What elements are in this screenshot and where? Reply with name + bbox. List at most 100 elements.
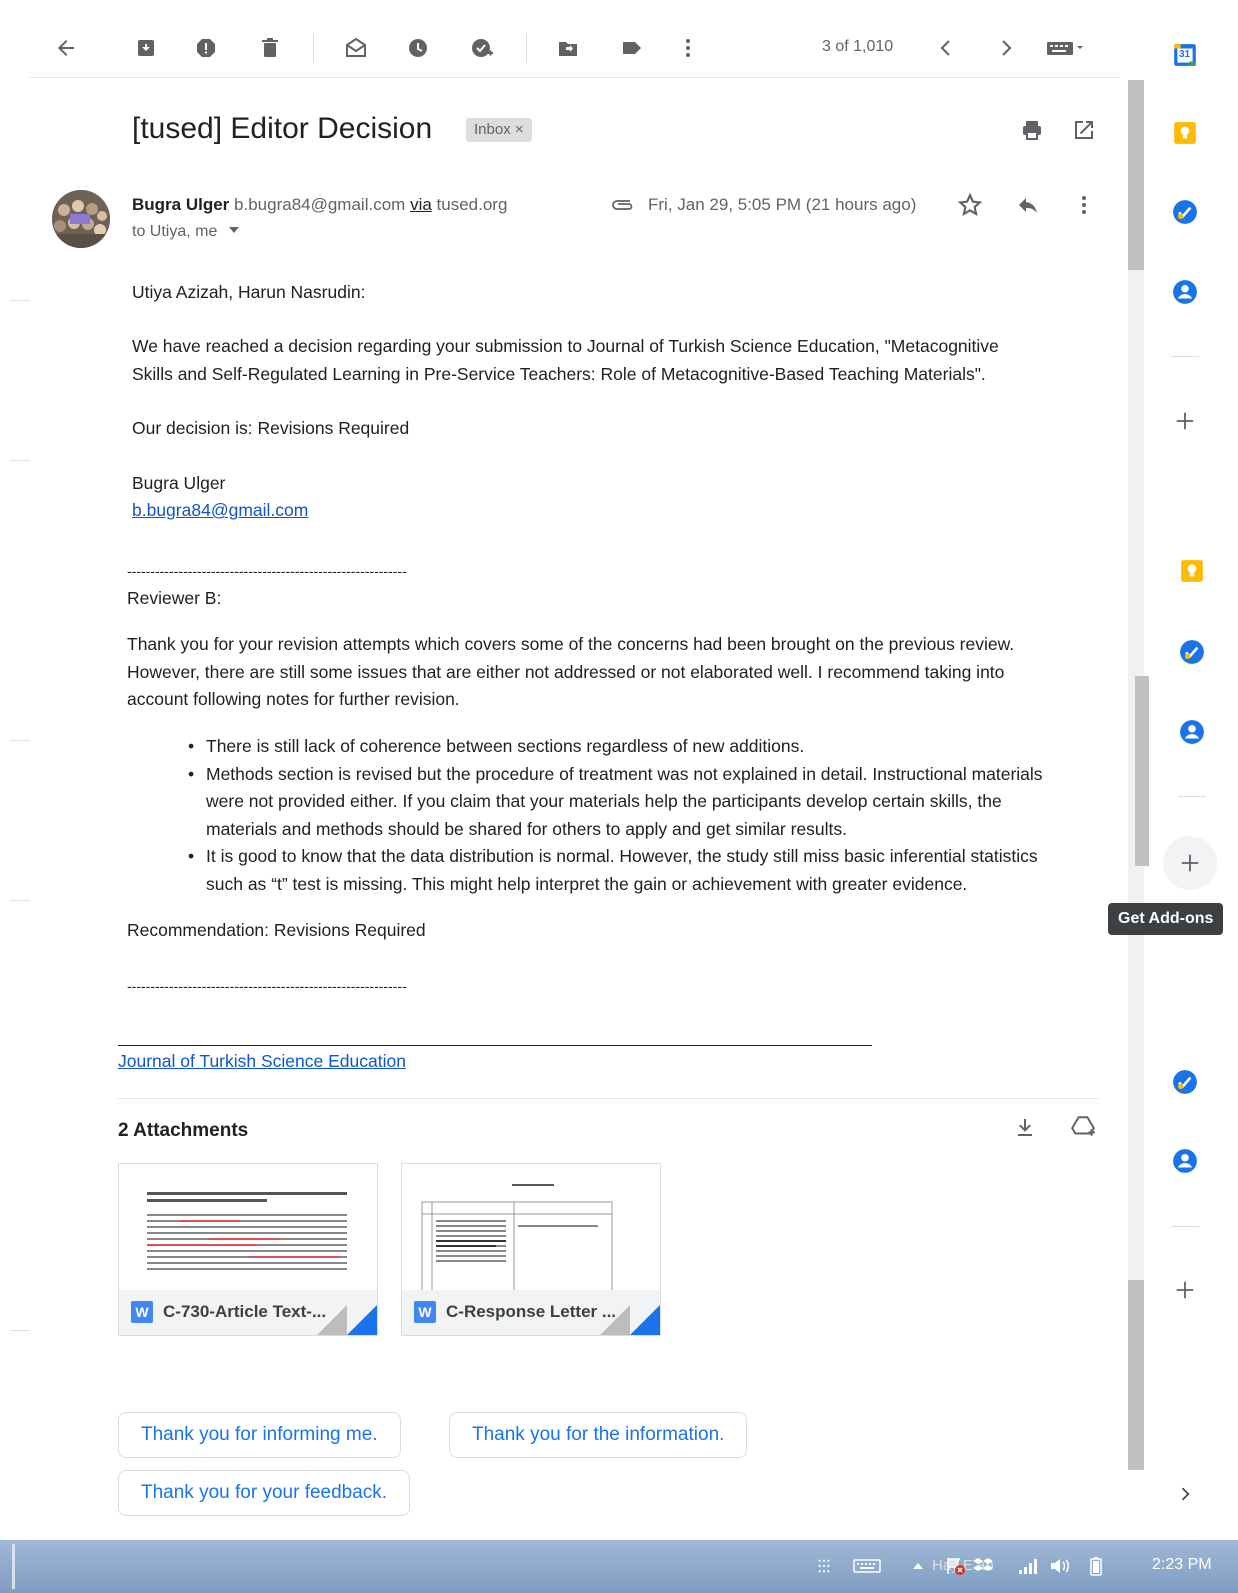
side-panel-divider	[1171, 1226, 1199, 1227]
decision-paragraph: We have reached a decision regarding you…	[132, 333, 999, 388]
recipients-line[interactable]: to Utiya, me	[132, 223, 240, 241]
more-vert-icon[interactable]	[670, 30, 706, 66]
via-domain: tused.org	[436, 195, 508, 214]
reply-icon[interactable]	[1013, 190, 1043, 220]
left-edge-tick	[10, 1330, 30, 1331]
attachment-name: C-Response Letter ...	[446, 1302, 617, 1321]
left-edge-tick	[10, 900, 30, 901]
attachments-divider	[118, 1098, 1098, 1099]
keypad-icon[interactable]	[815, 1556, 833, 1576]
email-date: Fri, Jan 29, 5:05 PM (21 hours ago)	[648, 195, 917, 214]
content-scrollbar-thumb[interactable]	[1135, 676, 1149, 866]
battery-icon[interactable]	[1086, 1556, 1106, 1576]
recipients-text: to Utiya, me	[132, 223, 218, 241]
editor-email-link[interactable]: b.bugra84@gmail.com	[132, 497, 308, 525]
tasks-icon[interactable]	[1170, 197, 1200, 227]
smart-reply-chip[interactable]: Thank you for informing me.	[118, 1412, 401, 1458]
sender-avatar[interactable]	[52, 190, 110, 248]
inbox-label-chip[interactable]: Inbox ×	[466, 118, 532, 142]
left-edge-tick	[10, 740, 30, 741]
journal-link[interactable]: Journal of Turkish Science Education	[118, 1048, 406, 1076]
calendar-icon[interactable]: 31	[1170, 40, 1200, 70]
sender-line: Bugra Ulger b.bugra84@gmail.com via tuse…	[132, 195, 507, 215]
list-item: It is good to know that the data distrib…	[188, 843, 1113, 898]
sender-name[interactable]: Bugra Ulger	[132, 195, 229, 214]
label-icon[interactable]	[614, 30, 650, 66]
archive-icon[interactable]	[128, 30, 164, 66]
bullet-line: were not provided either. If you claim t…	[206, 791, 1002, 811]
volume-icon[interactable]	[1048, 1556, 1072, 1576]
download-all-icon[interactable]	[1010, 1112, 1040, 1142]
tasks-icon[interactable]	[1170, 1067, 1200, 1097]
toolbar-separator	[526, 34, 527, 62]
more-options-icon[interactable]	[1069, 190, 1099, 220]
content-scrollbar-thumb[interactable]	[1128, 80, 1144, 270]
attachment-card[interactable]: W C-730-Article Text-...	[118, 1163, 378, 1336]
add-icon[interactable]	[1170, 406, 1200, 436]
bullet-line: There is still lack of coherence between…	[206, 736, 805, 756]
keep-icon[interactable]	[1177, 556, 1207, 586]
attachment-name: C-730-Article Text-...	[163, 1302, 327, 1321]
get-add-ons-tooltip: Get Add-ons	[1108, 903, 1224, 935]
keyboard-icon[interactable]	[852, 1556, 882, 1576]
via-link[interactable]: via	[410, 195, 432, 214]
get-add-ons-button[interactable]	[1163, 836, 1217, 890]
caret-down-icon[interactable]	[228, 223, 240, 241]
show-hidden-icons-icon[interactable]	[910, 1556, 926, 1576]
taskbar-start-edge[interactable]	[12, 1544, 15, 1589]
side-panel-divider	[1171, 356, 1199, 357]
side-panel-divider	[1178, 796, 1206, 797]
decision-text: Our decision is: Revisions Required	[132, 418, 410, 438]
add-icon[interactable]	[1170, 1275, 1200, 1305]
keep-icon[interactable]	[1170, 118, 1200, 148]
add-to-drive-icon[interactable]	[1068, 1112, 1098, 1142]
attachment-clip-icon	[608, 190, 638, 220]
calendar-day: 31	[1179, 49, 1191, 60]
snooze-icon[interactable]	[400, 30, 436, 66]
move-to-icon[interactable]	[550, 30, 586, 66]
separator-dashes: ----------------------------------------…	[127, 978, 407, 994]
attachment-corner-icon	[630, 1305, 660, 1335]
taskbar-clock[interactable]: 2:23 PM	[1152, 1556, 1212, 1574]
separator-dashes: ----------------------------------------…	[127, 563, 407, 579]
content-scrollbar-thumb[interactable]	[1128, 1280, 1144, 1470]
toolbar-separator	[313, 34, 314, 62]
mark-unread-icon[interactable]	[338, 30, 374, 66]
review-paragraph: Thank you for your revision attempts whi…	[127, 631, 1014, 714]
smart-reply-chip[interactable]: Thank you for the information.	[449, 1412, 748, 1458]
dropbox-icon[interactable]	[972, 1556, 994, 1576]
arrow-back-icon[interactable]	[48, 30, 84, 66]
smart-reply-chip[interactable]: Thank you for your feedback.	[118, 1470, 411, 1516]
bullet-line: Methods section is revised but the proce…	[206, 763, 1043, 784]
print-icon[interactable]	[1018, 116, 1046, 144]
star-icon[interactable]	[955, 190, 985, 220]
paragraph-line: However, there are still some issues tha…	[127, 661, 1005, 682]
network-signal-icon[interactable]	[1016, 1556, 1040, 1576]
left-edge-tick	[10, 300, 30, 301]
attachment-card[interactable]: W C-Response Letter ...	[401, 1163, 661, 1336]
attachment-corner-icon	[347, 1305, 377, 1335]
tasks-icon[interactable]	[1177, 637, 1207, 667]
bullet-line: materials and methods should be shared f…	[206, 818, 848, 839]
greeting-text: Utiya Azizah, Harun Nasrudin:	[132, 282, 366, 302]
chevron-right-icon[interactable]	[1170, 1479, 1200, 1509]
add-to-tasks-icon[interactable]	[464, 30, 500, 66]
contacts-icon[interactable]	[1170, 1146, 1200, 1176]
recommendation-text: Recommendation: Revisions Required	[127, 920, 426, 940]
sender-email: b.bugra84@gmail.com	[234, 195, 406, 214]
signature-rule	[118, 1045, 872, 1046]
action-center-flag-icon[interactable]	[945, 1556, 967, 1576]
attachment-preview	[402, 1164, 660, 1290]
review-bullets: There is still lack of coherence between…	[188, 733, 1113, 898]
report-spam-icon[interactable]	[188, 30, 224, 66]
keyboard-icon[interactable]	[1038, 30, 1094, 66]
reviewer-heading: Reviewer B:	[127, 588, 222, 608]
open-in-new-window-icon[interactable]	[1070, 116, 1098, 144]
contacts-icon[interactable]	[1170, 277, 1200, 307]
contacts-icon[interactable]	[1177, 717, 1207, 747]
chevron-left-icon[interactable]	[928, 30, 964, 66]
delete-icon[interactable]	[252, 30, 288, 66]
message-count: 3 of 1,010	[822, 38, 894, 55]
chevron-right-icon[interactable]	[988, 30, 1024, 66]
list-item: There is still lack of coherence between…	[188, 733, 1113, 761]
